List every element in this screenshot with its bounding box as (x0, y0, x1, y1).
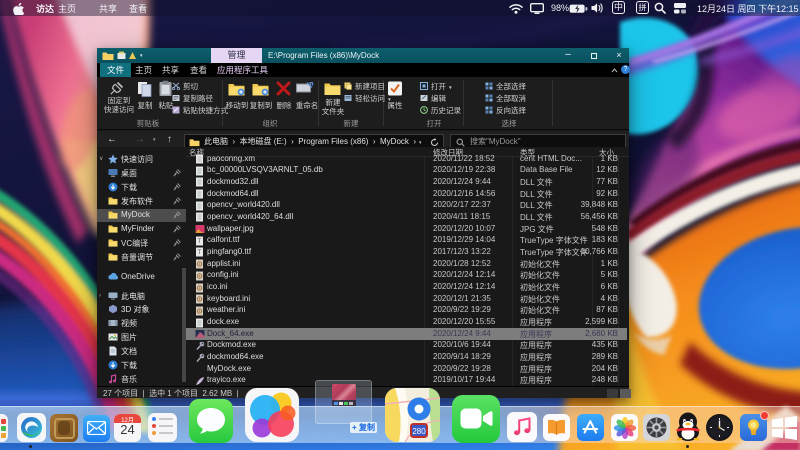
svg-text:T: T (198, 239, 202, 245)
svg-text:280: 280 (412, 427, 426, 436)
svg-text:T: T (198, 250, 202, 256)
